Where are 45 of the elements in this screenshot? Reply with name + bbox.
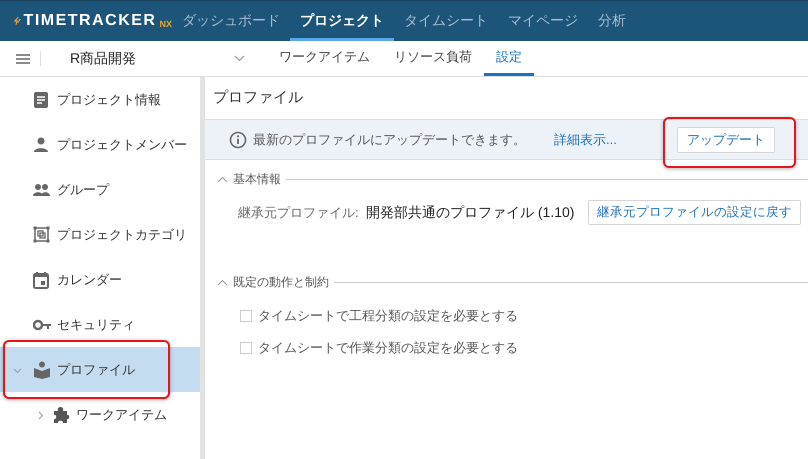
chevron-down-icon[interactable] bbox=[234, 55, 245, 62]
nav-tab[interactable]: プロジェクト bbox=[290, 4, 394, 41]
sidebar-item[interactable]: プロファイル bbox=[0, 347, 200, 392]
update-button[interactable]: アップデート bbox=[676, 126, 775, 152]
person-icon bbox=[33, 136, 51, 154]
sidebar-item[interactable]: プロジェクトカテゴリ bbox=[0, 212, 200, 257]
checkbox[interactable] bbox=[240, 310, 252, 322]
checkbox[interactable] bbox=[240, 342, 252, 354]
puzzle-icon bbox=[52, 406, 70, 424]
chevron-right-icon[interactable] bbox=[36, 410, 45, 420]
chevron-up-icon[interactable] bbox=[217, 278, 228, 286]
nav-tab[interactable]: タイムシート bbox=[394, 4, 498, 41]
panel-title: プロファイル bbox=[212, 88, 304, 108]
checkbox-label: タイムシートで作業分類の設定を必要とする bbox=[258, 339, 518, 357]
logo-text: TIMETRACKER bbox=[24, 12, 156, 30]
sidebar-item[interactable]: プロジェクトメンバー bbox=[0, 122, 200, 167]
checkbox-label: タイムシートで工程分類の設定を必要とする bbox=[258, 307, 518, 325]
section-title: 既定の動作と制約 bbox=[233, 274, 329, 290]
info-icon bbox=[229, 130, 247, 148]
field-label: 継承元プロファイル: bbox=[238, 204, 360, 222]
sidebar-item[interactable]: プロジェクト情報 bbox=[0, 77, 200, 122]
chevron-up-icon[interactable] bbox=[217, 176, 228, 182]
sidebar-item[interactable]: セキュリティ bbox=[0, 302, 200, 347]
category-icon bbox=[33, 226, 51, 244]
field-value: 開発部共通のプロファイル (1.10) bbox=[366, 204, 576, 222]
project-tab[interactable]: ワークアイテム bbox=[267, 41, 382, 76]
sidebar-item[interactable]: ワークアイテム bbox=[0, 392, 200, 437]
nav-tab[interactable]: 分析 bbox=[588, 4, 636, 41]
logo-suffix: NX bbox=[159, 19, 172, 29]
chevron-down-icon[interactable] bbox=[13, 366, 22, 374]
nav-tab[interactable]: ダッシュボード bbox=[172, 4, 290, 41]
project-tab[interactable]: リソース負荷 bbox=[382, 41, 484, 76]
sidebar-item[interactable]: カレンダー bbox=[0, 257, 200, 302]
document-icon bbox=[33, 90, 51, 108]
sidebar-item[interactable]: グループ bbox=[0, 167, 200, 212]
project-name: R商品開発 bbox=[70, 50, 136, 68]
calendar-icon bbox=[33, 270, 51, 288]
notice-text: 最新のプロファイルにアップデートできます。 bbox=[253, 130, 526, 148]
menu-icon[interactable] bbox=[16, 54, 30, 64]
project-tab[interactable]: 設定 bbox=[484, 41, 534, 76]
book-reader-icon bbox=[33, 360, 51, 378]
nav-tab[interactable]: マイページ bbox=[498, 4, 588, 41]
details-link[interactable]: 詳細表示... bbox=[554, 130, 617, 148]
section-title: 基本情報 bbox=[233, 170, 281, 188]
revert-button[interactable]: 継承元プロファイルの設定に戻す bbox=[588, 200, 801, 225]
